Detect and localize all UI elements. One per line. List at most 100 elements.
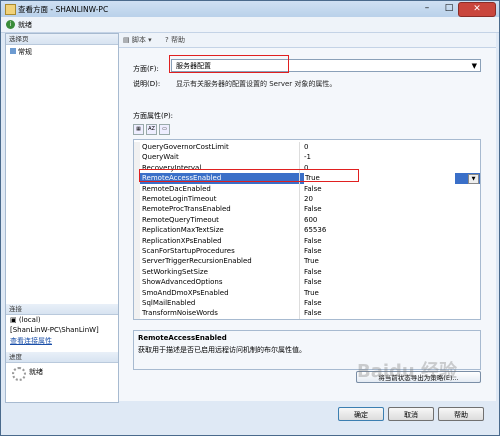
sort-toolbar: ▦ AZ ▭ bbox=[133, 124, 193, 135]
main-panel: ▤ 脚本 ▾ ? 帮助 方面(F): 服务器配置 ▼ 说明(D): 显示有关服务… bbox=[119, 33, 496, 401]
column-divider bbox=[299, 287, 300, 298]
highlight-box-property bbox=[139, 169, 359, 182]
column-divider bbox=[299, 266, 300, 278]
page-icon bbox=[10, 48, 16, 54]
facet-dialog: 查看方面 - SHANLINW-PC – □ ✕ i 就绪 选择页 常规 连接 … bbox=[0, 0, 500, 436]
table-row[interactable]: TransformNoiseWords False bbox=[134, 308, 480, 319]
progress-spinner-icon bbox=[12, 367, 26, 381]
progress-section: 进度 就绪 bbox=[6, 352, 118, 381]
property-value[interactable]: 0 bbox=[304, 142, 308, 152]
property-value[interactable]: True bbox=[304, 288, 319, 298]
help-button[interactable]: ? 帮助 bbox=[165, 35, 185, 45]
table-row[interactable]: ReplicationMaxTextSize 65536 bbox=[134, 225, 480, 236]
property-value[interactable]: True bbox=[304, 256, 319, 266]
ok-button[interactable]: 确定 bbox=[338, 407, 384, 421]
row-gutter bbox=[134, 225, 140, 236]
property-value[interactable]: False bbox=[304, 204, 322, 214]
status-line: i 就绪 bbox=[1, 17, 499, 33]
property-value[interactable]: False bbox=[304, 184, 322, 194]
property-name: RemoteLoginTimeout bbox=[142, 195, 217, 203]
table-row[interactable]: SetWorkingSetSize False bbox=[134, 266, 480, 278]
property-value[interactable]: 2049 bbox=[304, 319, 322, 320]
script-icon: ▤ bbox=[123, 36, 132, 44]
table-row[interactable]: ReplicationXPsEnabled False bbox=[134, 235, 480, 246]
alphabetical-icon[interactable]: AZ bbox=[146, 124, 157, 135]
table-row[interactable]: ScanForStartupProcedures False bbox=[134, 246, 480, 257]
property-name: SetWorkingSetSize bbox=[142, 267, 208, 276]
watermark: Baidu 经验 bbox=[357, 361, 458, 382]
table-row[interactable]: SmoAndDmoXPsEnabled True bbox=[134, 287, 480, 298]
property-value[interactable]: 65536 bbox=[304, 225, 326, 235]
dialog-buttons: 确定 取消 帮助 bbox=[1, 401, 499, 435]
status-ok-icon: i bbox=[6, 20, 15, 29]
highlight-box-facet bbox=[169, 55, 289, 73]
connection-section: 连接 ▣ (local) [ShanLinW-PC\ShanLinW] 查看连接… bbox=[6, 304, 118, 347]
row-gutter bbox=[134, 266, 140, 278]
column-divider bbox=[299, 142, 300, 153]
connection-user: [ShanLinW-PC\ShanLinW] bbox=[10, 326, 99, 334]
column-divider bbox=[299, 256, 300, 267]
progress-header: 进度 bbox=[6, 352, 118, 363]
connection-server: ▣ (local) bbox=[10, 316, 41, 324]
table-row[interactable]: RemoteQueryTimeout 600 bbox=[134, 214, 480, 226]
cancel-button[interactable]: 取消 bbox=[388, 407, 434, 421]
facet-label: 方面(F): bbox=[133, 65, 159, 73]
property-description: 获取用于描述是否已启用远程访问机制的布尔属性值。 bbox=[138, 346, 306, 354]
table-row[interactable]: RemoteLoginTimeout 20 bbox=[134, 194, 480, 205]
property-grid: QueryGovernorCostLimit 0 QueryWait -1 Recove… bbox=[133, 139, 481, 320]
row-gutter bbox=[134, 277, 140, 288]
properties-label: 方面属性(P): bbox=[133, 112, 174, 120]
row-gutter bbox=[134, 256, 140, 267]
property-value[interactable]: False bbox=[304, 267, 322, 277]
server-icon: ▣ bbox=[10, 316, 19, 324]
chevron-down-icon: ▼ bbox=[471, 62, 477, 70]
property-name: SqlMailEnabled bbox=[142, 299, 196, 307]
property-value[interactable]: False bbox=[304, 277, 322, 287]
table-row[interactable]: QueryWait -1 bbox=[134, 152, 480, 163]
script-button[interactable]: ▤ 脚本 ▾ bbox=[123, 35, 152, 45]
property-value[interactable]: False bbox=[304, 298, 322, 308]
column-divider bbox=[299, 246, 300, 257]
page-item-label: 常规 bbox=[18, 48, 32, 56]
table-row[interactable]: QueryGovernorCostLimit 0 bbox=[134, 142, 480, 153]
help-dialog-button[interactable]: 帮助 bbox=[438, 407, 484, 421]
row-gutter bbox=[134, 287, 140, 298]
property-value[interactable]: False bbox=[304, 246, 322, 256]
toolbar: ▤ 脚本 ▾ ? 帮助 bbox=[119, 33, 496, 48]
property-value[interactable]: -1 bbox=[304, 152, 311, 162]
status-text: 就绪 bbox=[18, 21, 32, 29]
table-row[interactable]: ServerTriggerRecursionEnabled True bbox=[134, 256, 480, 267]
property-name: ScanForStartupProcedures bbox=[142, 247, 235, 255]
row-gutter bbox=[134, 246, 140, 257]
row-gutter bbox=[134, 308, 140, 319]
table-row[interactable]: RemoteProcTransEnabled False bbox=[134, 204, 480, 215]
view-connection-link[interactable]: 查看连接属性 bbox=[6, 335, 118, 347]
column-divider bbox=[299, 277, 300, 288]
table-row[interactable]: TwoDigitYearCutoff 2049 bbox=[134, 318, 480, 320]
row-gutter bbox=[134, 142, 140, 153]
close-button[interactable]: ✕ bbox=[458, 2, 496, 17]
property-name: ServerTriggerRecursionEnabled bbox=[142, 257, 252, 266]
column-divider bbox=[299, 152, 300, 163]
left-panel: 选择页 常规 连接 ▣ (local) [ShanLinW-PC\ShanLin… bbox=[5, 33, 119, 403]
maximize-icon[interactable]: □ bbox=[439, 2, 459, 15]
table-row[interactable]: SqlMailEnabled False bbox=[134, 298, 480, 309]
property-name: SmoAndDmoXPsEnabled bbox=[142, 288, 229, 297]
property-value[interactable]: False bbox=[304, 308, 322, 318]
categorized-icon[interactable]: ▦ bbox=[133, 124, 144, 135]
property-name: ReplicationXPsEnabled bbox=[142, 236, 222, 245]
row-gutter bbox=[134, 318, 140, 319]
table-row[interactable]: ShowAdvancedOptions False bbox=[134, 277, 480, 288]
property-name: QueryGovernorCostLimit bbox=[142, 143, 229, 151]
page-item-general[interactable]: 常规 bbox=[6, 45, 118, 59]
column-divider bbox=[299, 214, 300, 226]
column-divider bbox=[299, 318, 300, 319]
property-value[interactable]: 20 bbox=[304, 194, 313, 204]
property-pages-icon[interactable]: ▭ bbox=[159, 124, 170, 135]
property-value[interactable]: False bbox=[304, 236, 322, 246]
table-row[interactable]: RemoteDacEnabled False bbox=[134, 183, 480, 194]
progress-status: 就绪 bbox=[29, 368, 43, 376]
minimize-icon[interactable]: – bbox=[417, 2, 437, 15]
property-value[interactable]: 600 bbox=[304, 215, 317, 225]
column-divider bbox=[299, 308, 300, 319]
